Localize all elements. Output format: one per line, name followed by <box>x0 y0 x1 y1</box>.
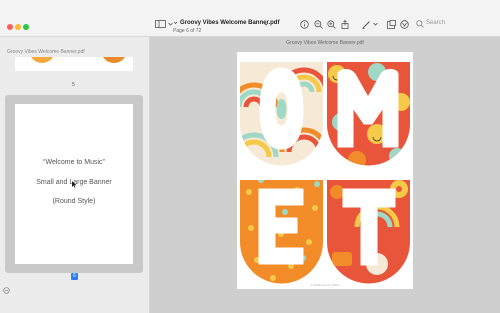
page-footer: © 2023 Groovy Vibes <box>310 283 340 287</box>
markup-icon[interactable] <box>362 20 371 32</box>
zoom-out-icon[interactable] <box>314 20 323 32</box>
preview-window: Groovy Vibes Welcome Banner.pdf Page 6 o… <box>0 0 500 313</box>
thumbnail-page-5[interactable] <box>15 57 133 71</box>
window-icon[interactable] <box>387 20 396 32</box>
thumbnail-sidebar: Groovy Vibes Welcome Banner.pdf 5 “Welco… <box>0 37 150 313</box>
markup-chevron-icon[interactable] <box>373 20 378 31</box>
thumbnail-art <box>101 57 127 63</box>
thumbnail-number-selected: 6 <box>71 273 78 280</box>
pdf-page: © 2023 Groovy Vibes <box>237 52 413 289</box>
zoom-button[interactable] <box>23 24 29 30</box>
sidebar-icon[interactable] <box>155 20 166 31</box>
page-indicator: Page 6 of 72 <box>173 28 202 34</box>
letter-e <box>258 188 304 265</box>
title-dropdown-icon[interactable] <box>263 20 269 31</box>
search-icon[interactable] <box>416 20 424 31</box>
letter-o-counter <box>276 99 287 119</box>
sidebar-options-icon[interactable] <box>3 287 10 296</box>
share-icon[interactable] <box>341 19 349 32</box>
banner-artwork <box>240 62 410 284</box>
document-view-title: Groovy Vibes Welcome Banner.pdf <box>286 40 364 46</box>
document-view[interactable]: Groovy Vibes Welcome Banner.pdf © 2023 G… <box>150 37 500 313</box>
mouse-pointer-icon <box>72 181 77 190</box>
thumbnail-text-line: (Round Style) <box>52 198 96 205</box>
annotate-icon[interactable] <box>400 20 409 32</box>
thumbnail-number: 5 <box>72 82 75 88</box>
info-icon[interactable] <box>300 20 309 32</box>
toolbar: Groovy Vibes Welcome Banner.pdf Page 6 o… <box>0 0 500 37</box>
thumbnail-text-line: “Welcome to Music” <box>43 159 105 166</box>
sidebar-title: Groovy Vibes Welcome Banner.pdf <box>7 49 85 55</box>
close-button[interactable] <box>7 24 13 30</box>
search-field[interactable]: Search <box>426 20 500 30</box>
zoom-in-icon[interactable] <box>327 20 336 32</box>
minimize-button[interactable] <box>15 24 21 30</box>
thumbnail-art <box>29 57 55 63</box>
